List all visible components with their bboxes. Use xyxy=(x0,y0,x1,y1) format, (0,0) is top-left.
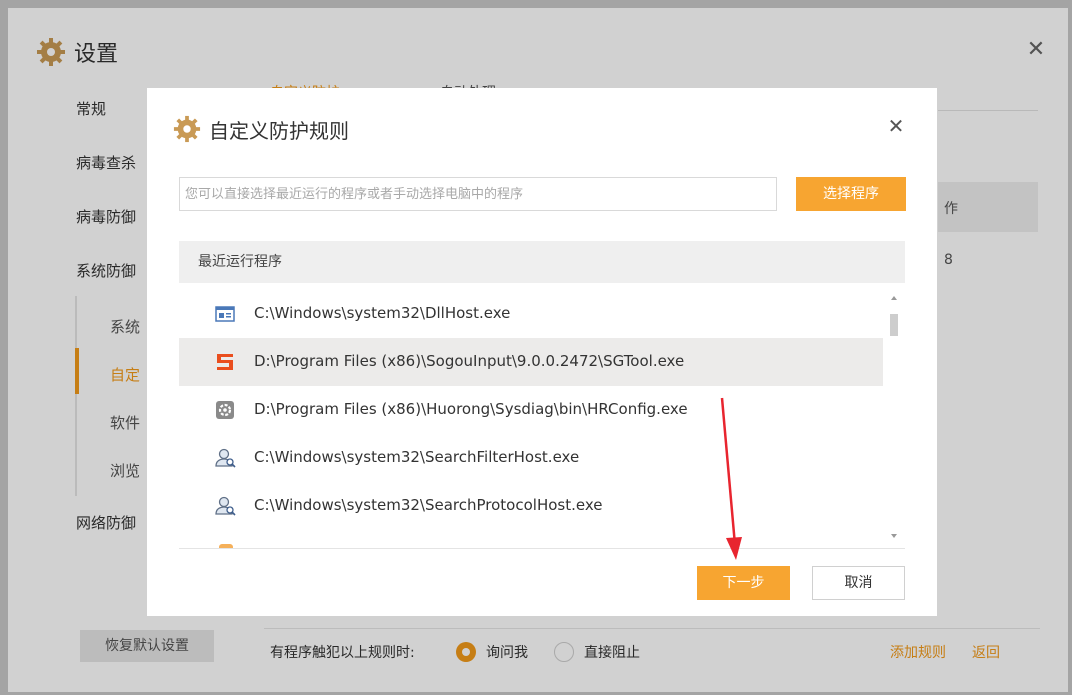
scroll-thumb[interactable] xyxy=(890,314,898,336)
cancel-button[interactable]: 取消 xyxy=(812,566,905,600)
program-search-input[interactable] xyxy=(179,177,777,211)
sogou-icon xyxy=(217,354,233,370)
program-path: C:\Windows\system32\DllHost.exe xyxy=(254,304,511,322)
program-path: D:\Program Files (x86)\Huorong\Sysdiag\b… xyxy=(254,400,688,418)
list-scrollbar[interactable] xyxy=(887,290,903,548)
recent-programs-header: 最近运行程序 xyxy=(179,241,905,283)
scroll-down-icon[interactable] xyxy=(891,534,897,538)
scroll-up-icon[interactable] xyxy=(891,296,897,300)
choose-program-button[interactable]: 选择程序 xyxy=(796,177,906,211)
dialog-close-icon[interactable]: ✕ xyxy=(884,114,908,138)
search-user-icon xyxy=(215,496,236,516)
program-path: D:\Program Files (x86)\SogouInput\9.0.0.… xyxy=(254,352,685,370)
program-row-searchfilterhost[interactable]: C:\Windows\system32\SearchFilterHost.exe xyxy=(179,434,883,482)
search-user-icon xyxy=(215,448,236,468)
next-step-button[interactable]: 下一步 xyxy=(697,566,790,600)
program-row-searchprotocolhost[interactable]: C:\Windows\system32\SearchProtocolHost.e… xyxy=(179,482,883,530)
custom-rule-dialog: 自定义防护规则 ✕ 选择程序 最近运行程序 C:\Windows\system3… xyxy=(147,88,937,616)
config-gear-icon xyxy=(216,401,234,419)
gear-icon xyxy=(173,115,201,143)
recent-programs-list: C:\Windows\system32\DllHost.exe D:\Progr… xyxy=(179,290,883,548)
program-path: C:\Windows\system32\SearchProtocolHost.e… xyxy=(254,496,603,514)
dialog-title-bar: 自定义防护规则 xyxy=(173,114,349,144)
dialog-footer-divider xyxy=(179,548,905,549)
dialog-title: 自定义防护规则 xyxy=(209,118,349,143)
program-row-hrconfig[interactable]: D:\Program Files (x86)\Huorong\Sysdiag\b… xyxy=(179,386,883,434)
program-path: C:\Windows\system32\SearchFilterHost.exe xyxy=(254,448,580,466)
window-app-icon xyxy=(215,306,235,322)
program-row-dllhost[interactable]: C:\Windows\system32\DllHost.exe xyxy=(179,290,883,338)
program-row-sgtool[interactable]: D:\Program Files (x86)\SogouInput\9.0.0.… xyxy=(179,338,883,386)
